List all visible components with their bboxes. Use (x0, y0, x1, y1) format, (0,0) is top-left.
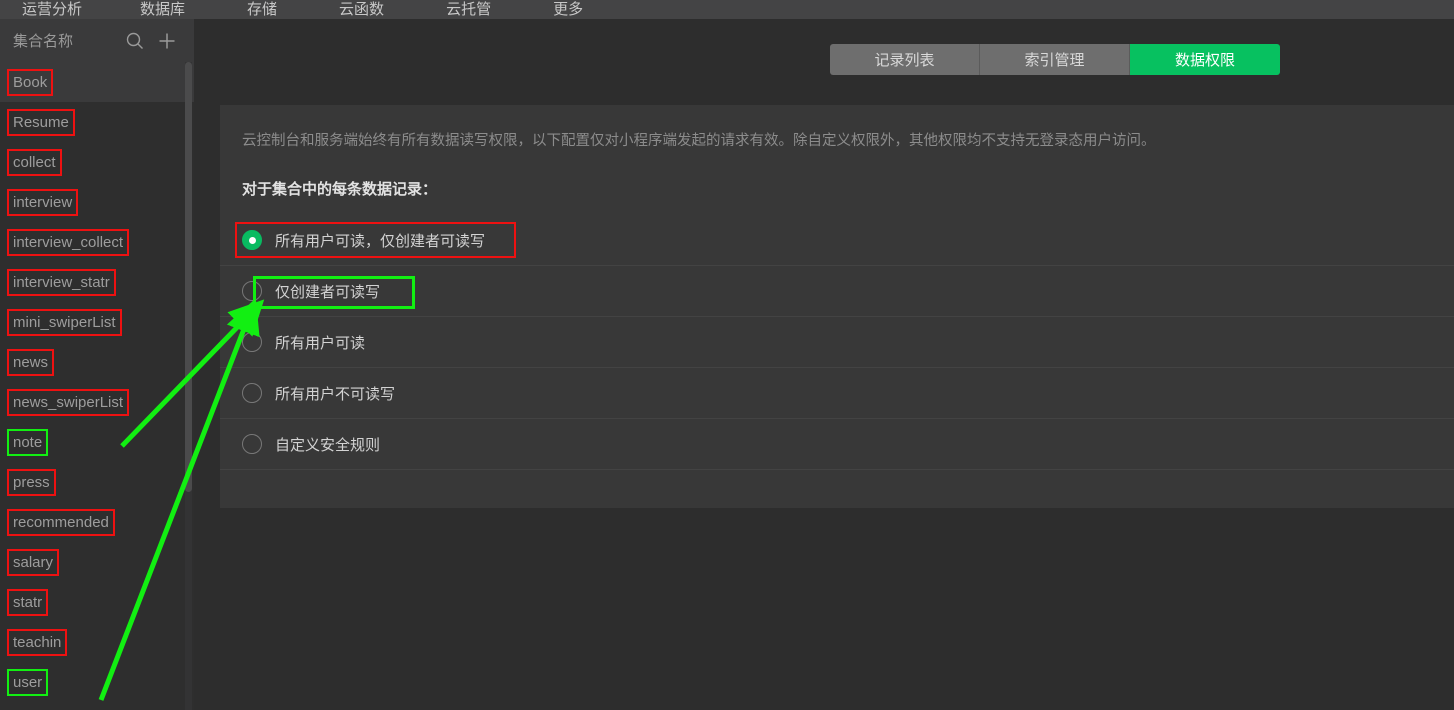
collection-item-note[interactable]: note (0, 422, 194, 462)
sidebar-scrollbar-thumb[interactable] (185, 62, 192, 492)
permissions-subtitle: 对于集合中的每条数据记录： (242, 181, 438, 198)
collection-item-news[interactable]: news (0, 342, 194, 382)
collection-item-label: interview_collect (6, 228, 130, 256)
tab-bar: 记录列表 索引管理 数据权限 (830, 44, 1280, 75)
permission-option-row-4[interactable]: 自定义安全规则 (220, 419, 1454, 470)
permission-option-row-2[interactable]: 所有用户可读 (220, 317, 1454, 368)
topnav-item-2[interactable]: 存储 (247, 0, 277, 19)
topnav-item-5[interactable]: 更多 (553, 0, 583, 19)
collection-item-collect[interactable]: collect (0, 142, 194, 182)
radio-button-3[interactable] (242, 383, 262, 403)
collection-item-label: recommended (7, 508, 115, 536)
collection-item-label: press (7, 468, 56, 496)
permission-option-label: 仅创建者可读写 (275, 283, 381, 301)
topnav-item-1[interactable]: 数据库 (140, 0, 185, 19)
collection-item-interview_statr[interactable]: interview_statr (0, 262, 194, 302)
permission-options-list: 所有用户可读，仅创建者可读写 仅创建者可读写 所有用户可读所有用户不可读写 自定义安全… (220, 215, 1454, 470)
collection-item-label: news_swiperList (6, 388, 130, 416)
permission-option-row-1[interactable]: 仅创建者可读写 (220, 266, 1454, 317)
collection-item-label: user (6, 668, 49, 696)
collection-item-interview[interactable]: interview (0, 182, 194, 222)
topnav-item-0[interactable]: 运营分析 (22, 0, 82, 19)
collection-item-teachin[interactable]: teachin (0, 622, 194, 662)
collection-item-label: interview (6, 188, 79, 216)
collection-item-label: salary (6, 548, 60, 576)
tab-2[interactable]: 数据权限 (1130, 44, 1280, 75)
collection-item-salary[interactable]: salary (0, 542, 194, 582)
collection-item-news_swiperList[interactable]: news_swiperList (0, 382, 194, 422)
sidebar-header: 集合名称 (0, 19, 194, 62)
permissions-panel: 云控制台和服务端始终有所有数据读写权限，以下配置仅对小程序端发起的请求有效。除自… (220, 105, 1454, 508)
collection-item-label: teachin (6, 628, 68, 656)
collection-item-user[interactable]: user (0, 662, 194, 702)
permission-option-row-0[interactable]: 所有用户可读，仅创建者可读写 (220, 215, 1454, 266)
sidebar-scrollbar-track[interactable] (185, 62, 192, 710)
collection-item-statr[interactable]: statr (0, 582, 194, 622)
collection-list[interactable]: Book Resume collect interview interview_coll… (0, 62, 194, 710)
plus-icon[interactable] (156, 30, 178, 52)
radio-button-1[interactable] (242, 281, 262, 301)
collection-item-label: note (6, 428, 49, 456)
collection-item-label: Book (6, 68, 54, 96)
permission-option-label: 所有用户可读 (275, 334, 366, 352)
search-icon[interactable] (124, 30, 146, 52)
topnav-item-3[interactable]: 云函数 (339, 0, 384, 19)
radio-button-4[interactable] (242, 434, 262, 454)
topnav-item-4[interactable]: 云托管 (446, 0, 491, 19)
tab-1[interactable]: 索引管理 (980, 44, 1130, 75)
collection-item-press[interactable]: press (0, 462, 194, 502)
collection-item-Resume[interactable]: Resume (0, 102, 194, 142)
permission-option-row-3[interactable]: 所有用户不可读写 (220, 368, 1454, 419)
tab-0[interactable]: 记录列表 (830, 44, 980, 75)
permission-option-label: 所有用户不可读写 (275, 385, 396, 403)
collection-item-label: news (6, 348, 55, 376)
top-navigation-bar: 运营分析 数据库 存储 云函数 云托管 更多 (0, 0, 1454, 19)
collection-item-recommended[interactable]: recommended (0, 502, 194, 542)
app-root: 运营分析 数据库 存储 云函数 云托管 更多 集合名称 Book Resume collect… (0, 0, 1454, 710)
main-content: 记录列表 索引管理 数据权限 云控制台和服务端始终有所有数据读写权限，以下配置仅对小… (194, 19, 1454, 710)
collection-item-label: mini_swiperList (7, 308, 122, 336)
collection-item-label: collect (7, 148, 62, 176)
collection-item-Book[interactable]: Book (0, 62, 194, 102)
permission-option-label: 所有用户可读，仅创建者可读写 (275, 232, 486, 250)
collection-item-label: statr (6, 588, 49, 616)
permissions-description: 云控制台和服务端始终有所有数据读写权限，以下配置仅对小程序端发起的请求有效。除自… (242, 133, 1156, 149)
sidebar-title: 集合名称 (13, 33, 74, 50)
radio-button-2[interactable] (242, 332, 262, 352)
collection-item-interview_collect[interactable]: interview_collect (0, 222, 194, 262)
collection-item-label: Resume (7, 108, 75, 136)
collection-item-label: interview_statr (7, 268, 116, 296)
permission-option-label: 自定义安全规则 (275, 436, 381, 454)
radio-button-0[interactable] (242, 230, 262, 250)
collection-item-mini_swiperList[interactable]: mini_swiperList (0, 302, 194, 342)
collections-sidebar: 集合名称 Book Resume collect interview interview… (0, 19, 194, 710)
